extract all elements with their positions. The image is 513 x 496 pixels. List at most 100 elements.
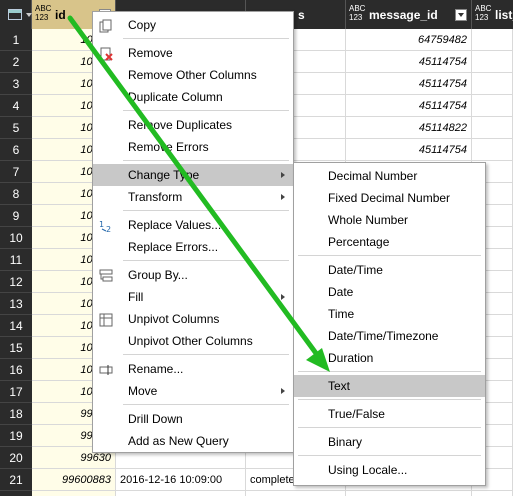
row-number[interactable]: 16 xyxy=(0,359,32,381)
row-number[interactable]: 3 xyxy=(0,73,32,95)
cell-message-id[interactable]: 45114754 xyxy=(346,139,472,161)
row-number[interactable]: 11 xyxy=(0,249,32,271)
menu-item-label: Change Type xyxy=(128,168,200,182)
cell-message-id[interactable]: 45114822 xyxy=(346,117,472,139)
menu-item-drill-down[interactable]: Drill Down xyxy=(93,408,293,430)
row-number[interactable]: 2 xyxy=(0,51,32,73)
row-number[interactable]: 7 xyxy=(0,161,32,183)
menu-item-label: Replace Values... xyxy=(128,218,222,232)
menu-item-duplicate-column[interactable]: Duplicate Column xyxy=(93,86,293,108)
menu-item-add-as-new-query[interactable]: Add as New Query xyxy=(93,430,293,452)
cell-id[interactable]: 99480835 xyxy=(32,491,116,496)
menu-separator xyxy=(298,427,481,428)
cell-list[interactable] xyxy=(472,95,513,117)
menu-item-label: Date/Time xyxy=(328,263,383,277)
row-number[interactable]: 21 xyxy=(0,469,32,491)
row-number[interactable]: 22 xyxy=(0,491,32,496)
column-header-message-id[interactable]: ABC 123 message_id xyxy=(346,0,472,29)
type-option-decimal-number[interactable]: Decimal Number xyxy=(294,165,485,187)
cell-list[interactable] xyxy=(472,73,513,95)
type-option-date[interactable]: Date xyxy=(294,281,485,303)
menu-item-unpivot-other-columns[interactable]: Unpivot Other Columns xyxy=(93,330,293,352)
table-icon xyxy=(8,9,32,20)
column-context-menu: Copy Remove Remove Other Columns Duplicate … xyxy=(92,11,294,453)
type-option-date-time[interactable]: Date/Time xyxy=(294,259,485,281)
menu-separator xyxy=(123,160,289,161)
menu-item-unpivot-columns[interactable]: Unpivot Columns xyxy=(93,308,293,330)
menu-separator xyxy=(298,371,481,372)
menu-separator xyxy=(298,455,481,456)
menu-item-move[interactable]: Move xyxy=(93,380,293,402)
row-number[interactable]: 8 xyxy=(0,183,32,205)
menu-item-copy[interactable]: Copy xyxy=(93,14,293,36)
column-header-list[interactable]: ABC 123 list_ xyxy=(472,0,513,29)
replace-values-icon: 12 xyxy=(99,218,113,234)
menu-item-label: Remove Other Columns xyxy=(128,68,257,82)
type-option-duration[interactable]: Duration xyxy=(294,347,485,369)
cell-status[interactable]: complete xyxy=(246,491,346,496)
submenu-arrow-icon xyxy=(281,388,285,394)
cell-message-id[interactable]: 45114754 xyxy=(346,51,472,73)
type-option-fixed-decimal-number[interactable]: Fixed Decimal Number xyxy=(294,187,485,209)
unpivot-icon xyxy=(99,312,113,327)
type-option-whole-number[interactable]: Whole Number xyxy=(294,209,485,231)
cell-list[interactable] xyxy=(472,139,513,161)
type-option-binary[interactable]: Binary xyxy=(294,431,485,453)
row-number[interactable]: 13 xyxy=(0,293,32,315)
cell-message-id[interactable]: 45114754 xyxy=(346,95,472,117)
submenu-arrow-icon xyxy=(281,172,285,178)
menu-item-group-by[interactable]: Group By... xyxy=(93,264,293,286)
type-option-true-false[interactable]: True/False xyxy=(294,403,485,425)
menu-item-remove-duplicates[interactable]: Remove Duplicates xyxy=(93,114,293,136)
column-name-list: list_ xyxy=(495,8,513,22)
row-number[interactable]: 4 xyxy=(0,95,32,117)
menu-item-remove-errors[interactable]: Remove Errors xyxy=(93,136,293,158)
menu-item-label: Fill xyxy=(128,290,144,304)
cell-date[interactable]: 2016-12-16 10:09:00 xyxy=(116,469,246,491)
type-option-time[interactable]: Time xyxy=(294,303,485,325)
row-number[interactable]: 1 xyxy=(0,29,32,51)
type-option-percentage[interactable]: Percentage xyxy=(294,231,485,253)
menu-item-label: Move xyxy=(128,384,158,398)
cell-message-id[interactable] xyxy=(346,491,472,496)
type-option-using-locale[interactable]: Using Locale... xyxy=(294,459,485,481)
menu-item-label: Rename... xyxy=(128,362,184,376)
row-number[interactable]: 20 xyxy=(0,447,32,469)
row-number[interactable]: 12 xyxy=(0,271,32,293)
menu-item-fill[interactable]: Fill xyxy=(93,286,293,308)
row-number[interactable]: 15 xyxy=(0,337,32,359)
cell-id[interactable]: 99600883 xyxy=(32,469,116,491)
cell-message-id[interactable]: 64759482 xyxy=(346,29,472,51)
row-number[interactable]: 19 xyxy=(0,425,32,447)
table-menu-button[interactable] xyxy=(0,0,32,29)
type-option-text[interactable]: Text xyxy=(294,375,485,397)
menu-item-remove[interactable]: Remove xyxy=(93,42,293,64)
menu-item-replace-values[interactable]: 1 2 Replace Values... xyxy=(93,214,293,236)
menu-item-rename[interactable]: Rename... xyxy=(93,358,293,380)
cell-date[interactable]: 2016-12-15 13:43:00 xyxy=(116,491,246,496)
cell-list[interactable] xyxy=(472,51,513,73)
column-filter-dropdown[interactable] xyxy=(455,9,467,21)
menu-item-label: Unpivot Other Columns xyxy=(128,334,253,348)
row-number[interactable]: 6 xyxy=(0,139,32,161)
menu-separator xyxy=(123,38,289,39)
cell-list[interactable] xyxy=(472,491,513,496)
row-number[interactable]: 17 xyxy=(0,381,32,403)
cell-list[interactable] xyxy=(472,29,513,51)
cell-message-id[interactable]: 45114754 xyxy=(346,73,472,95)
menu-item-label: Replace Errors... xyxy=(128,240,219,254)
row-number[interactable]: 10 xyxy=(0,227,32,249)
type-option-date-time-timezone[interactable]: Date/Time/Timezone xyxy=(294,325,485,347)
row-number[interactable]: 14 xyxy=(0,315,32,337)
menu-item-transform[interactable]: Transform xyxy=(93,186,293,208)
change-type-submenu: Decimal Number Fixed Decimal Number Whole … xyxy=(293,162,486,486)
menu-item-remove-other-columns[interactable]: Remove Other Columns xyxy=(93,64,293,86)
row-number[interactable]: 5 xyxy=(0,117,32,139)
svg-text:2: 2 xyxy=(106,225,111,233)
remove-column-icon xyxy=(99,46,113,61)
cell-list[interactable] xyxy=(472,117,513,139)
menu-item-replace-errors[interactable]: Replace Errors... xyxy=(93,236,293,258)
row-number[interactable]: 18 xyxy=(0,403,32,425)
menu-item-change-type[interactable]: Change Type xyxy=(93,164,293,186)
row-number[interactable]: 9 xyxy=(0,205,32,227)
